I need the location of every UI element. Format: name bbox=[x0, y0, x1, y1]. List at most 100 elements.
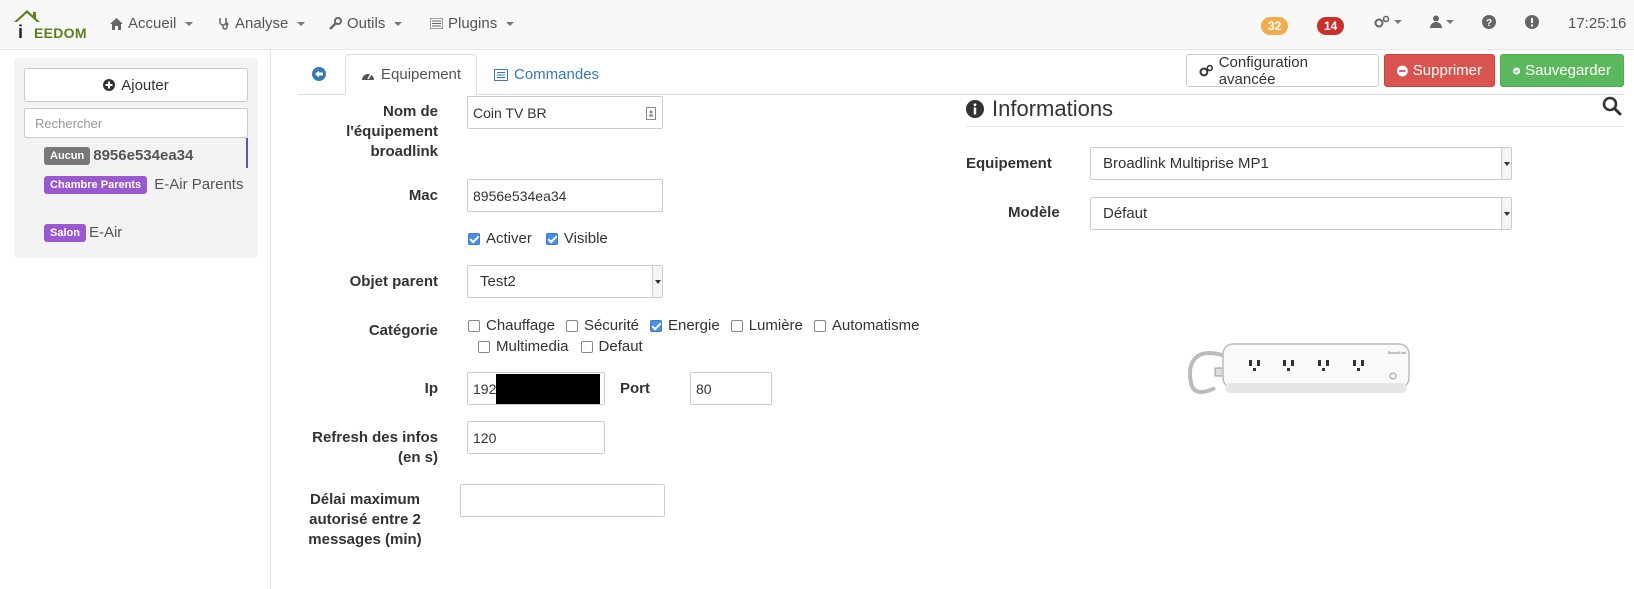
mac-input[interactable]: 8956e534ea34 bbox=[467, 179, 663, 212]
menu-analyse-label: Analyse bbox=[235, 15, 289, 32]
info-button[interactable] bbox=[1525, 15, 1539, 29]
messages-badge[interactable]: 14 bbox=[1317, 17, 1345, 35]
equipment-name-value: Coin TV BR bbox=[473, 104, 547, 121]
delay-label: Délai maximum autorisé entre 2 messages … bbox=[308, 491, 422, 548]
select-arrow-icon bbox=[1501, 198, 1511, 229]
equipment-search-input[interactable] bbox=[24, 108, 248, 138]
category-chauffage-checkbox[interactable]: Chauffage bbox=[468, 317, 555, 334]
arrow-circle-left-icon bbox=[312, 67, 326, 81]
menu-plugins[interactable]: Plugins bbox=[430, 15, 515, 32]
plus-circle-icon bbox=[103, 79, 116, 91]
wrench-icon bbox=[329, 17, 342, 30]
logo-text: EEDOM bbox=[34, 25, 87, 41]
cogs-icon bbox=[1199, 64, 1214, 77]
visible-checkbox[interactable]: Visible bbox=[545, 230, 608, 247]
object-tag: Chambre Parents bbox=[44, 176, 148, 194]
category-label: Catégorie bbox=[368, 322, 438, 339]
save-label: Sauvegarder bbox=[1525, 62, 1611, 79]
equipment-list-item[interactable]: Aucun 8956e534ea34 bbox=[44, 146, 193, 166]
checkbox-box bbox=[565, 319, 578, 332]
updates-badge[interactable]: 32 bbox=[1261, 17, 1289, 35]
info-title: Informations bbox=[966, 96, 1113, 122]
delete-label: Supprimer bbox=[1412, 62, 1482, 79]
gears-icon bbox=[1374, 15, 1390, 28]
category-row-2: Multimedia Defaut bbox=[478, 338, 643, 355]
save-button[interactable]: Sauvegarder bbox=[1500, 54, 1624, 87]
menu-outils[interactable]: Outils bbox=[329, 15, 403, 32]
settings-menu[interactable] bbox=[1374, 15, 1402, 29]
activate-checkbox[interactable]: Activer bbox=[468, 230, 532, 247]
home-icon bbox=[110, 17, 123, 30]
svg-text:BroadLink: BroadLink bbox=[1388, 350, 1406, 355]
menu-accueil[interactable]: Accueil bbox=[110, 15, 194, 32]
mac-label: Mac bbox=[408, 187, 438, 204]
info-circle-icon bbox=[966, 100, 984, 118]
checkbox-box bbox=[580, 340, 593, 353]
refresh-label: Refresh des infos (en s) bbox=[312, 429, 438, 466]
equipment-type-select[interactable]: Broadlink Multiprise MP1 bbox=[1090, 147, 1512, 180]
category-label-text: Defaut bbox=[598, 338, 643, 355]
delay-input[interactable] bbox=[460, 484, 665, 517]
checkbox-box bbox=[813, 319, 826, 332]
equipment-name: E-Air Parents bbox=[154, 176, 244, 193]
tachometer-icon bbox=[362, 73, 374, 80]
clock: 17:25:16 bbox=[1568, 15, 1627, 32]
equipment-list-item[interactable]: Salon E-Air bbox=[44, 223, 122, 243]
menu-analyse[interactable]: Analyse bbox=[218, 15, 306, 32]
help-button[interactable]: ? bbox=[1482, 15, 1496, 29]
equipment-name: 8956e534ea34 bbox=[93, 147, 194, 164]
jeedom-logo[interactable]: i EEDOM bbox=[12, 8, 87, 42]
category-label-text: Energie bbox=[667, 317, 720, 334]
power-strip-image: BroadLink bbox=[1188, 343, 1410, 394]
top-navbar: i EEDOM Accueil Analyse Outils Plugins 3… bbox=[0, 0, 1634, 50]
activation-group: Activer Visible bbox=[468, 230, 608, 247]
category-lumiere-checkbox[interactable]: Lumière bbox=[730, 317, 803, 334]
search-icon[interactable] bbox=[1602, 96, 1622, 119]
category-multimedia-checkbox[interactable]: Multimedia bbox=[478, 338, 569, 355]
info-title-text: Informations bbox=[992, 96, 1114, 121]
advanced-config-label: Configuration avancée bbox=[1218, 53, 1308, 88]
tab-commands[interactable]: Commandes bbox=[479, 54, 614, 95]
logo-letter: i bbox=[18, 22, 24, 42]
back-button[interactable] bbox=[312, 67, 326, 85]
info-divider bbox=[966, 126, 1624, 127]
tab-equipment[interactable]: Equipement bbox=[345, 54, 478, 95]
refresh-input[interactable]: 120 bbox=[467, 421, 605, 454]
model-select[interactable]: Défaut bbox=[1090, 197, 1512, 230]
tab-equipment-label: Equipement bbox=[381, 66, 462, 83]
visible-label: Visible bbox=[563, 230, 608, 247]
menu-outils-label: Outils bbox=[347, 15, 386, 32]
category-label-text: Lumière bbox=[748, 317, 803, 334]
exclamation-circle-icon bbox=[1525, 15, 1539, 29]
question-circle-icon: ? bbox=[1482, 15, 1496, 29]
redaction-block bbox=[496, 374, 600, 404]
refresh-value: 120 bbox=[473, 429, 497, 446]
equipment-list-item[interactable]: Chambre Parents E-Air Parents bbox=[44, 175, 244, 195]
port-label: Port bbox=[620, 380, 650, 397]
parent-value: Test2 bbox=[480, 273, 516, 290]
divider bbox=[270, 50, 271, 589]
list-alt-icon bbox=[494, 68, 508, 81]
category-securite-checkbox[interactable]: Sécurité bbox=[565, 317, 639, 334]
port-input[interactable]: 80 bbox=[690, 372, 772, 405]
add-equipment-button[interactable]: Ajouter bbox=[24, 68, 248, 102]
category-label-text: Automatisme bbox=[831, 317, 920, 334]
equipment-type-value: Broadlink Multiprise MP1 bbox=[1103, 155, 1269, 172]
tab-commands-label: Commandes bbox=[514, 66, 600, 83]
user-menu[interactable] bbox=[1430, 15, 1454, 28]
user-icon bbox=[1430, 15, 1442, 28]
select-arrow-icon bbox=[652, 266, 662, 297]
parent-select[interactable]: Test2 bbox=[467, 265, 663, 298]
category-automatisme-checkbox[interactable]: Automatisme bbox=[813, 317, 920, 334]
active-item-indicator bbox=[246, 138, 248, 168]
delete-button[interactable]: Supprimer bbox=[1384, 54, 1495, 87]
checkbox-box bbox=[649, 319, 662, 332]
minus-circle-icon bbox=[1397, 65, 1408, 76]
equipment-name-input[interactable]: Coin TV BR bbox=[467, 96, 663, 129]
checkbox-box bbox=[545, 232, 558, 245]
category-energie-checkbox[interactable]: Energie bbox=[649, 317, 720, 334]
select-arrow-icon bbox=[1501, 148, 1511, 179]
advanced-config-button[interactable]: Configuration avancée bbox=[1186, 53, 1379, 88]
check-circle-icon bbox=[1513, 66, 1521, 75]
category-defaut-checkbox[interactable]: Defaut bbox=[580, 338, 643, 355]
